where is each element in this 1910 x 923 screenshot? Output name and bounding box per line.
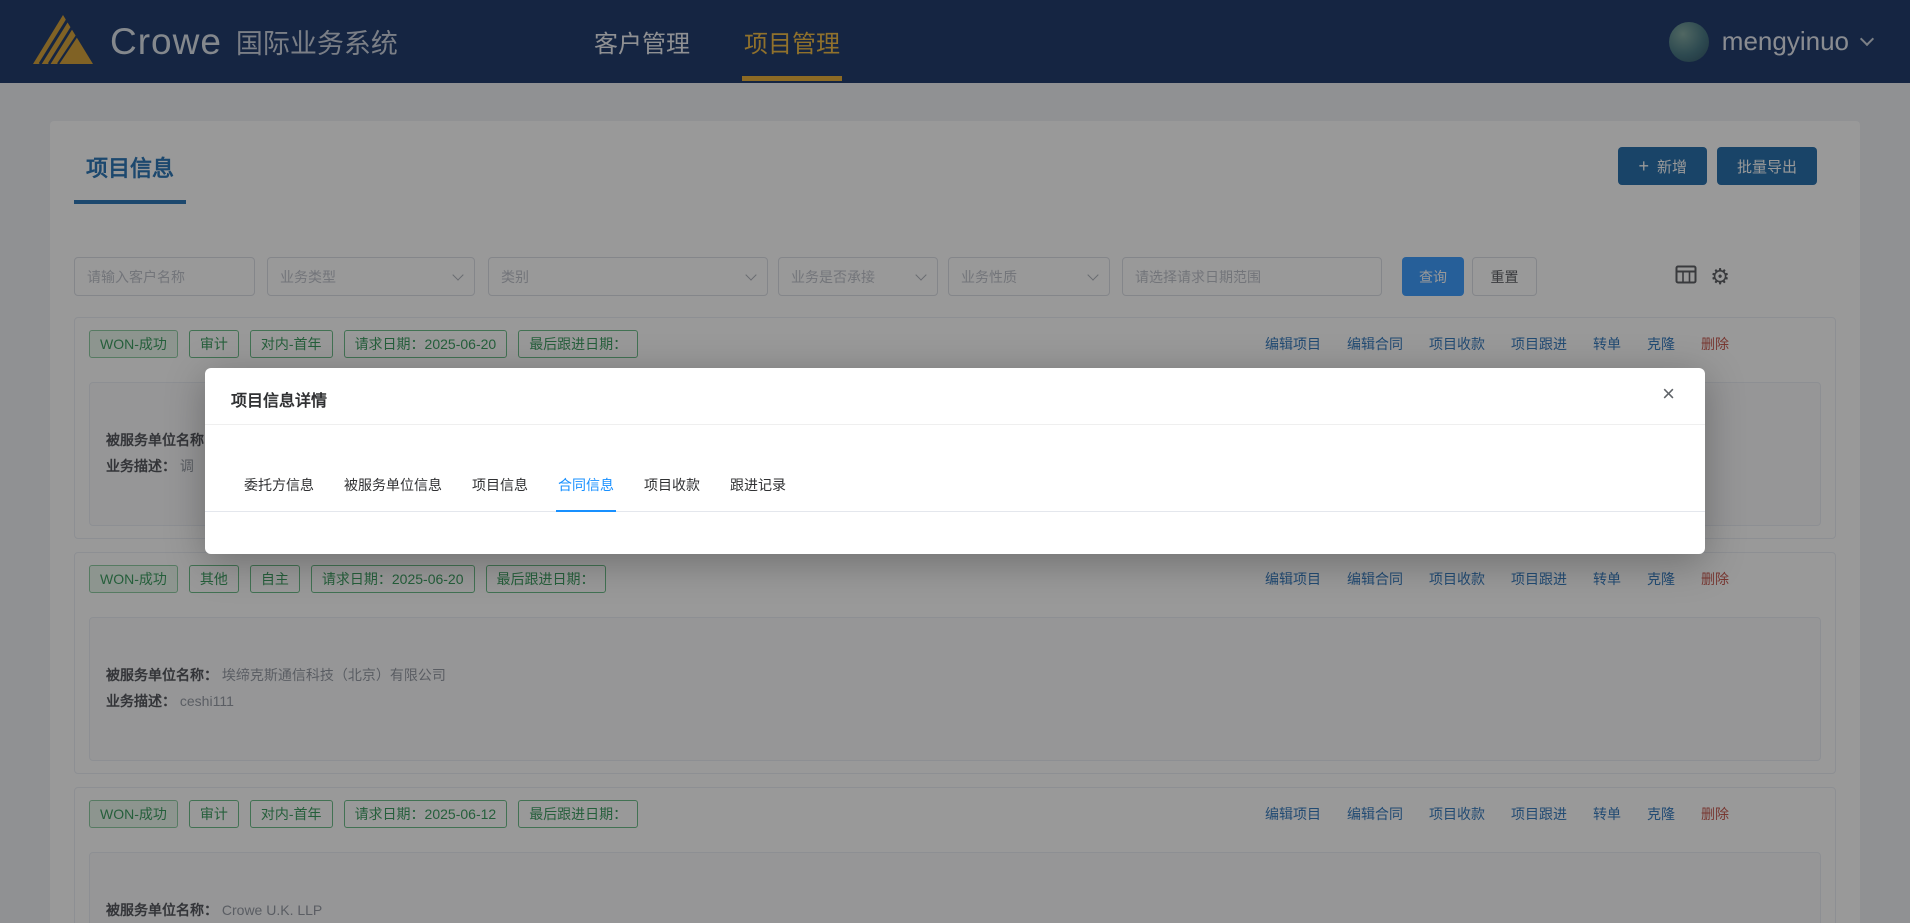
tab-project-info[interactable]: 项目信息 — [470, 475, 530, 512]
modal-header: 项目信息详情 × — [205, 368, 1705, 425]
tab-client-info[interactable]: 委托方信息 — [242, 475, 316, 512]
tab-contract-info[interactable]: 合同信息 — [556, 475, 616, 512]
modal-title: 项目信息详情 — [231, 393, 328, 410]
tab-served-unit-info[interactable]: 被服务单位信息 — [342, 475, 444, 512]
tab-follow-records[interactable]: 跟进记录 — [728, 475, 788, 512]
modal-tabs: 委托方信息 被服务单位信息 项目信息 合同信息 项目收款 跟进记录 — [205, 425, 1705, 512]
project-detail-modal: 项目信息详情 × 委托方信息 被服务单位信息 项目信息 合同信息 项目收款 跟进… — [205, 368, 1705, 554]
tab-project-payment[interactable]: 项目收款 — [642, 475, 702, 512]
close-icon[interactable]: × — [1662, 383, 1675, 405]
modal-body — [205, 512, 1705, 557]
